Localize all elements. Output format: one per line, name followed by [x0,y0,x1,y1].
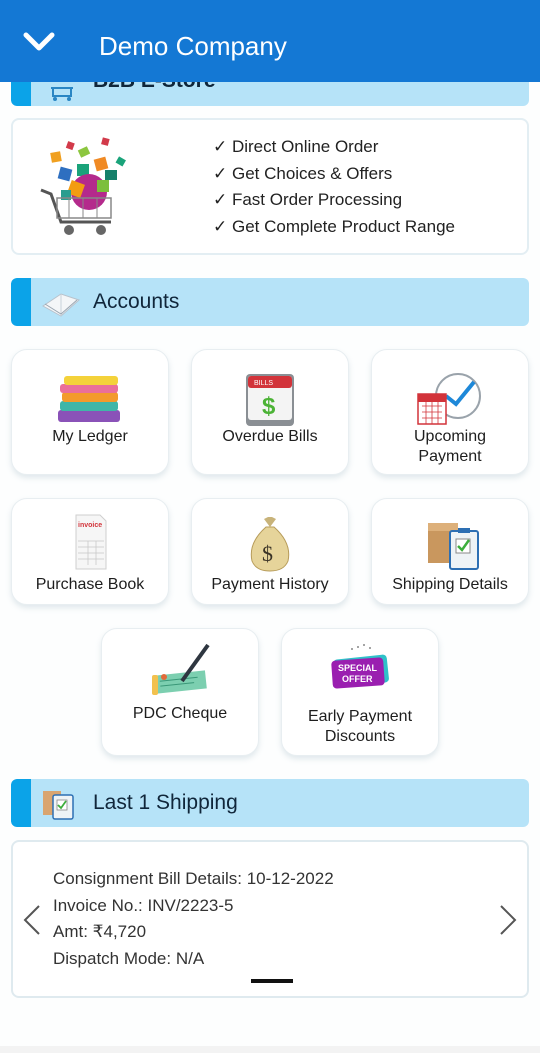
section-accent-bar [11,278,31,326]
tile-early-payment-discounts[interactable]: SPECIAL OFFER Early Payment Discounts [281,628,439,756]
tile-pdc-cheque[interactable]: PDC Cheque [101,628,259,756]
invoice-number: Invoice No.: INV/2223-5 [53,895,234,915]
consignment-bill-details: Consignment Bill Details: 10-12-2022 [53,869,334,888]
svg-text:invoice: invoice [78,522,102,529]
section-title: Accounts [93,290,180,313]
svg-text:$: $ [262,541,273,566]
open-book-icon [42,293,80,317]
section-accent-bar [11,779,31,827]
shipping-details: Consignment Bill Details: 10-12-2022 Inv… [53,866,334,972]
tile-label: Payment History [211,576,329,593]
tile-label: Purchase Book [35,576,145,593]
feature-item: ✓ Fast Order Processing [213,190,403,209]
money-bag-icon: $ [250,517,290,572]
cheque-pen-icon [152,643,210,695]
carousel-page-indicator [251,979,293,983]
package-clipboard-icon [43,791,74,820]
dispatch-mode: Dispatch Mode: N/A [53,948,205,968]
bills-dollar-icon: BILLS $ [246,374,294,426]
section-header-accounts: Accounts [11,278,529,326]
tile-label: Early Payment Discounts [307,708,413,745]
books-stack-icon [58,376,120,422]
feature-item: ✓ Direct Online Order [213,137,379,156]
tile-label: Upcoming Payment [413,428,487,465]
shopping-cart-image [40,137,126,235]
tile-upcoming-payment[interactable]: Upcoming Payment [371,349,529,475]
calendar-clock-icon [417,373,481,425]
tile-label: My Ledger [52,428,128,445]
section-header-shipping: Last 1 Shipping [11,779,529,827]
special-offer-icon: SPECIAL OFFER [331,644,389,689]
invoice-icon: invoice [75,514,107,570]
svg-text:SPECIAL: SPECIAL [338,663,378,673]
chevron-right-icon[interactable] [497,902,519,938]
tile-label: Overdue Bills [222,428,318,445]
package-clipboard-icon [428,523,479,570]
company-title[interactable]: Demo Company [99,30,287,62]
tile-overdue-bills[interactable]: BILLS $ Overdue Bills [191,349,349,475]
feature-item: ✓ Get Choices & Offers [213,163,393,183]
tile-shipping-details[interactable]: Shipping Details [371,498,529,605]
feature-list: ✓ Direct Online Order ✓ Get Choices & Of… [213,134,455,240]
svg-text:OFFER: OFFER [342,674,373,684]
tile-my-ledger[interactable]: My Ledger [11,349,169,475]
shipping-carousel-card[interactable]: Consignment Bill Details: 10-12-2022 Inv… [11,840,529,998]
chevron-down-icon[interactable] [22,30,56,54]
bottom-bar [0,1046,540,1053]
tile-payment-history[interactable]: $ Payment History [191,498,349,605]
amount: Amt: ₹4,720 [53,922,147,941]
svg-text:$: $ [262,393,276,420]
app-bar: Demo Company [0,0,540,82]
tile-label: Shipping Details [392,576,508,593]
estore-promo-card[interactable]: ✓ Direct Online Order ✓ Get Choices & Of… [11,118,529,255]
feature-item: ✓ Get Complete Product Range [213,216,455,236]
svg-text:BILLS: BILLS [254,380,273,387]
chevron-left-icon[interactable] [21,902,43,938]
section-title: Last 1 Shipping [93,791,238,814]
tile-purchase-book[interactable]: invoice Purchase Book [11,498,169,605]
tile-label: PDC Cheque [132,705,228,722]
